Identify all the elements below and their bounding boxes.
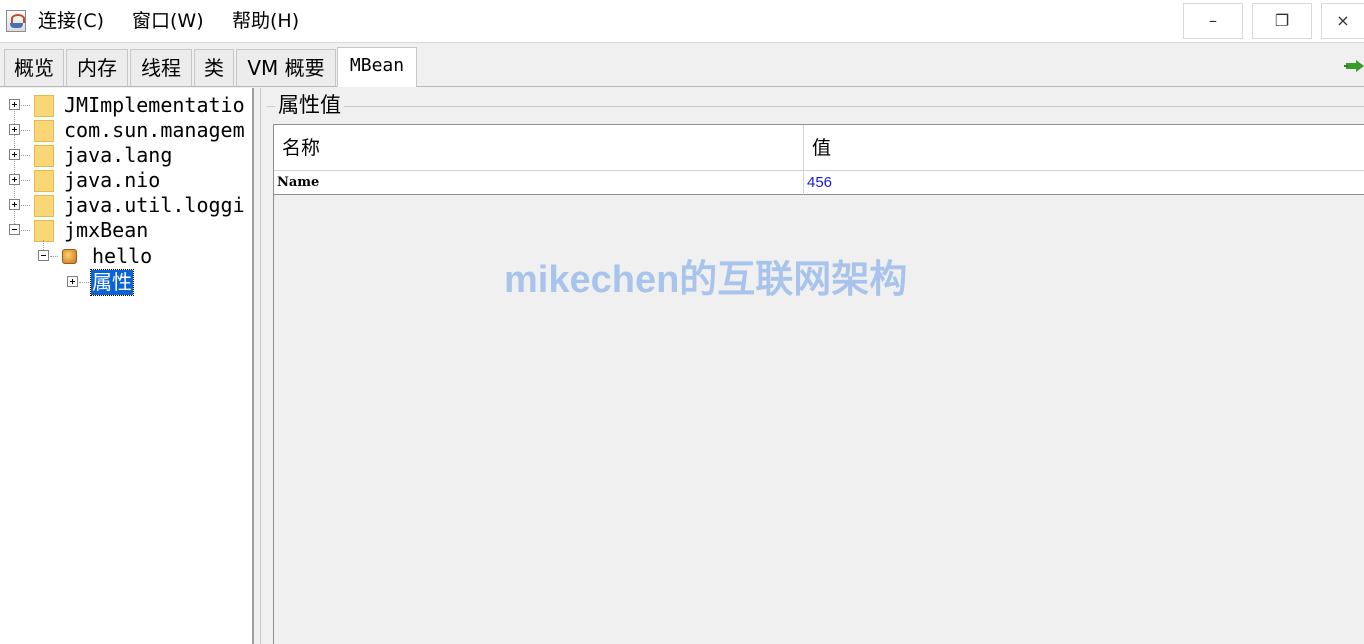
collapse-icon[interactable] bbox=[38, 250, 49, 261]
minimize-icon: – bbox=[1209, 11, 1217, 30]
tree-connector bbox=[21, 130, 30, 131]
tree-node-jmimplementation[interactable]: JMImplementatio bbox=[0, 93, 252, 118]
tree-node-label: hello bbox=[92, 244, 153, 268]
tree-node-jmxbean[interactable]: jmxBean bbox=[0, 218, 252, 243]
collapse-icon[interactable] bbox=[9, 224, 20, 235]
close-icon: × bbox=[1336, 11, 1350, 30]
close-button[interactable]: × bbox=[1321, 3, 1364, 39]
tree-node-hello[interactable]: hello bbox=[0, 244, 252, 269]
tree-connector bbox=[21, 180, 30, 181]
column-header-name[interactable]: 名称 bbox=[274, 125, 804, 171]
tree-node-label: com.sun.managem bbox=[64, 118, 245, 142]
expand-icon[interactable] bbox=[9, 124, 20, 135]
menu-connection[interactable]: 连接(C) bbox=[38, 9, 104, 33]
restore-button[interactable]: ❐ bbox=[1252, 3, 1312, 39]
tree-connector bbox=[79, 282, 89, 283]
tree-connector bbox=[21, 105, 30, 106]
folder-icon bbox=[34, 170, 54, 192]
tree-node-attributes[interactable]: 属性 bbox=[0, 269, 252, 296]
tab-threads[interactable]: 线程 bbox=[130, 49, 192, 86]
restore-icon: ❐ bbox=[1274, 11, 1290, 30]
expand-icon[interactable] bbox=[9, 174, 20, 185]
tree-node-label-selected: 属性 bbox=[90, 269, 134, 296]
java-app-icon bbox=[6, 10, 26, 32]
tree-node-label: java.lang bbox=[64, 143, 173, 167]
menu-bar: 连接(C) 窗口(W) 帮助(H) – ❐ × bbox=[0, 0, 1364, 43]
folder-icon bbox=[34, 195, 54, 217]
tree-node-com-sun-management[interactable]: com.sun.managem bbox=[0, 118, 252, 143]
tree-connector bbox=[21, 230, 30, 231]
connection-status-icon[interactable] bbox=[1344, 56, 1364, 76]
mbean-tree: JMImplementatio com.sun.managem java.lan… bbox=[0, 88, 254, 644]
attribute-value-cell[interactable]: 456 bbox=[804, 171, 1364, 195]
tree-node-java-nio[interactable]: java.nio bbox=[0, 168, 252, 193]
tree-node-java-util-logging[interactable]: java.util.loggi bbox=[0, 193, 252, 218]
group-border bbox=[267, 106, 1364, 107]
column-header-value[interactable]: 值 bbox=[804, 125, 1364, 171]
expand-icon[interactable] bbox=[9, 99, 20, 110]
expand-icon[interactable] bbox=[67, 276, 78, 287]
attributes-panel: 属性值 名称 值 Name 456 bbox=[260, 88, 1364, 644]
folder-icon bbox=[34, 95, 54, 117]
tree-node-java-lang[interactable]: java.lang bbox=[0, 143, 252, 168]
menu-window[interactable]: 窗口(W) bbox=[132, 9, 204, 33]
attribute-name-cell[interactable]: Name bbox=[274, 171, 804, 195]
attributes-group-title: 属性值 bbox=[275, 92, 344, 118]
tree-node-label: java.util.loggi bbox=[64, 193, 245, 217]
tab-vm-summary[interactable]: VM 概要 bbox=[236, 49, 336, 86]
expand-icon[interactable] bbox=[9, 149, 20, 160]
tab-overview[interactable]: 概览 bbox=[4, 49, 64, 86]
watermark-text: mikechen的互联网架构 bbox=[504, 259, 908, 301]
tab-classes[interactable]: 类 bbox=[194, 49, 234, 86]
tree-connector bbox=[21, 205, 30, 206]
tab-mbean[interactable]: MBean bbox=[337, 47, 417, 87]
folder-icon bbox=[34, 120, 54, 142]
tab-bar: 概览 内存 线程 类 VM 概要 MBean bbox=[0, 45, 1364, 87]
tab-memory[interactable]: 内存 bbox=[66, 49, 128, 86]
attributes-table: 名称 值 Name 456 bbox=[273, 124, 1364, 644]
tree-connector bbox=[50, 256, 58, 257]
folder-icon bbox=[34, 220, 54, 242]
tree-node-label: jmxBean bbox=[64, 218, 149, 242]
tree-node-label: java.nio bbox=[64, 168, 161, 192]
tree-connector bbox=[21, 155, 30, 156]
expand-icon[interactable] bbox=[9, 199, 20, 210]
tree-node-label: JMImplementatio bbox=[64, 93, 245, 117]
minimize-button[interactable]: – bbox=[1183, 3, 1243, 39]
folder-icon bbox=[34, 145, 54, 167]
mbean-icon bbox=[62, 249, 77, 264]
menu-help[interactable]: 帮助(H) bbox=[232, 9, 299, 33]
